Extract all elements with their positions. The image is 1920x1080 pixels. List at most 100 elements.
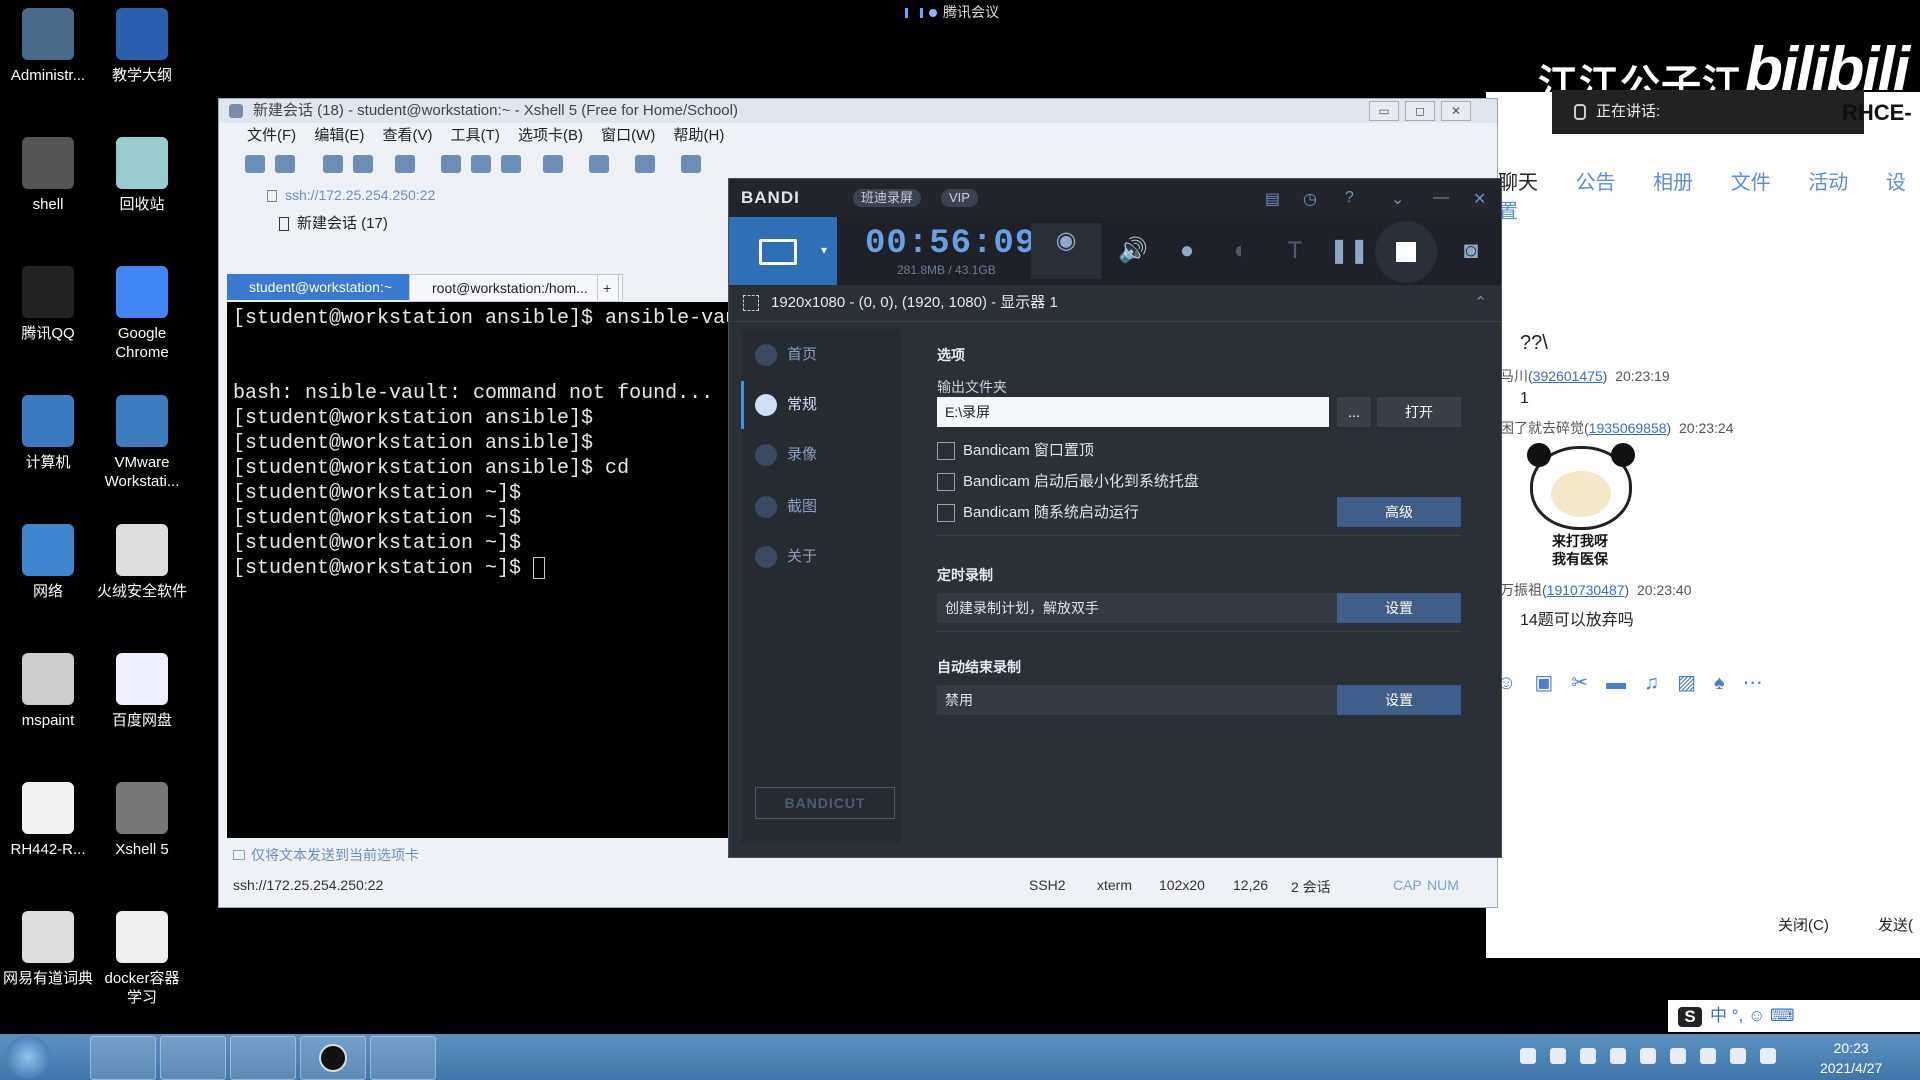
menu-view[interactable]: 查看(V): [383, 127, 433, 144]
chevron-up-icon[interactable]: ⌃: [1474, 285, 1487, 321]
side-about[interactable]: 关于: [755, 543, 817, 571]
tray-network-icon[interactable]: [1640, 1048, 1656, 1064]
minimize-button[interactable]: ▭: [1369, 101, 1399, 121]
browse-button[interactable]: ...: [1337, 397, 1371, 427]
sender-id-link[interactable]: 392601475: [1533, 368, 1603, 384]
menu-file[interactable]: 文件(F): [247, 127, 296, 144]
tray-bandicam-icon[interactable]: [1550, 1048, 1566, 1064]
speaker-icon[interactable]: 🔊: [1115, 233, 1151, 269]
taskbar-bandicam-icon[interactable]: [300, 1036, 366, 1080]
copy-icon[interactable]: [441, 155, 461, 173]
side-home[interactable]: 首页: [755, 341, 817, 369]
tray-sogou-icon[interactable]: [1520, 1048, 1536, 1064]
sender-id-link[interactable]: 1910730487: [1547, 582, 1625, 598]
stop-button[interactable]: [1375, 221, 1437, 283]
close-icon[interactable]: ✕: [1473, 189, 1486, 209]
text-overlay-icon[interactable]: T: [1277, 233, 1313, 269]
scissors-icon[interactable]: ✂: [1571, 672, 1606, 694]
pause-icon[interactable]: ❚❚: [1329, 233, 1369, 269]
gif-icon[interactable]: ▣: [1534, 672, 1571, 694]
taskbar-qq-icon[interactable]: [370, 1036, 436, 1080]
connect-icon[interactable]: [323, 155, 343, 173]
mode-dropdown-icon[interactable]: ▾: [821, 243, 827, 257]
desktop-shortcut[interactable]: 计算机: [2, 395, 94, 472]
font-icon[interactable]: [681, 155, 701, 173]
checkbox-run-on-startup[interactable]: Bandicam 随系统启动运行: [937, 501, 1139, 523]
more-icon[interactable]: ⋯: [1743, 672, 1781, 694]
close-button[interactable]: 关闭(C): [1778, 914, 1829, 935]
collapse-icon[interactable]: ⌄: [1391, 189, 1404, 209]
side-screenshot[interactable]: 截图: [755, 493, 817, 521]
tray-expand-icon[interactable]: [1580, 1048, 1596, 1064]
side-video[interactable]: 录像: [755, 441, 817, 469]
menu-edit[interactable]: 编辑(E): [314, 127, 364, 144]
desktop-shortcut[interactable]: 回收站: [96, 137, 188, 214]
menu-window[interactable]: 窗口(W): [601, 127, 655, 144]
tray-qq-icon[interactable]: [1610, 1048, 1626, 1064]
checkbox-minimize-to-tray[interactable]: Bandicam 启动后最小化到系统托盘: [937, 470, 1199, 492]
cursor-effect-icon[interactable]: ◐: [1223, 233, 1259, 269]
bandicut-button[interactable]: BANDICUT: [755, 787, 895, 819]
tab-files[interactable]: 文件: [1731, 172, 1771, 194]
tab-student-session[interactable]: student@workstation:~: [227, 274, 435, 300]
desktop-shortcut[interactable]: Xshell 5: [96, 782, 188, 859]
add-tab-button[interactable]: +: [597, 274, 619, 302]
product-badge[interactable]: 班迪录屏: [853, 189, 922, 207]
side-general[interactable]: 常规: [755, 391, 817, 419]
volume-icon[interactable]: [1760, 1048, 1776, 1064]
send-button[interactable]: 发送(: [1878, 914, 1913, 935]
vip-badge[interactable]: VIP: [941, 189, 978, 207]
schedule-settings-button[interactable]: 设置: [1337, 593, 1461, 623]
microphone-icon[interactable]: ●: [1169, 233, 1205, 269]
open-folder-icon[interactable]: [275, 155, 295, 173]
meeting-indicator[interactable]: 腾讯会议: [905, 0, 999, 24]
meme-sticker[interactable]: 来打我呀 我有医保: [1527, 443, 1635, 567]
ime-toolbar[interactable]: S 中 °, ☺ ⌨: [1668, 1000, 1920, 1032]
desktop-shortcut[interactable]: shell: [2, 137, 94, 214]
menu-tools[interactable]: 工具(T): [451, 127, 500, 144]
desktop-shortcut[interactable]: Administr...: [2, 8, 94, 85]
desktop-shortcut[interactable]: RH442-R...: [2, 782, 94, 859]
desktop-shortcut[interactable]: Google Chrome: [96, 266, 188, 362]
open-folder-button[interactable]: 打开: [1377, 397, 1461, 427]
desktop-shortcut[interactable]: 火绒安全软件: [96, 524, 188, 601]
tab-chat[interactable]: 聊天: [1498, 172, 1538, 194]
properties-icon[interactable]: [395, 155, 415, 173]
tray-security-icon[interactable]: [1730, 1048, 1746, 1064]
tab-root-session[interactable]: root@workstation:/hom...: [409, 274, 623, 302]
close-window-button[interactable]: ✕: [1441, 101, 1471, 121]
help-icon[interactable]: ?: [1345, 189, 1354, 207]
music-icon[interactable]: ♫: [1644, 672, 1677, 694]
bandicam-titlebar[interactable]: BANDI 班迪录屏 VIP ▤ ◷ ? ⌄ — ✕: [729, 179, 1501, 217]
folder-icon[interactable]: ▤: [1265, 189, 1280, 209]
folder-icon[interactable]: ▬: [1606, 672, 1644, 694]
webcam-icon[interactable]: ◉: [1031, 223, 1101, 279]
taskbar-vmware-icon[interactable]: [90, 1036, 156, 1080]
maximize-button[interactable]: ◻: [1405, 101, 1435, 121]
capture-area-bar[interactable]: 1920x1080 - (0, 0), (1920, 1080) - 显示器 1…: [729, 285, 1501, 322]
desktop-shortcut[interactable]: 网易有道词典: [2, 911, 94, 988]
image-icon[interactable]: ▨: [1677, 672, 1714, 694]
paste-icon[interactable]: [471, 155, 491, 173]
xshell-titlebar[interactable]: 新建会话 (18) - student@workstation:~ - Xshe…: [219, 99, 1497, 123]
minimize-icon[interactable]: —: [1433, 189, 1449, 207]
autostop-settings-button[interactable]: 设置: [1337, 685, 1461, 715]
sender-id-link[interactable]: 1935069858: [1589, 420, 1667, 436]
output-folder-field[interactable]: E:\录屏: [937, 397, 1329, 427]
menu-tabs[interactable]: 选项卡(B): [518, 127, 583, 144]
tab-activity[interactable]: 活动: [1808, 172, 1848, 194]
find-icon[interactable]: [501, 155, 521, 173]
camera-snapshot-icon[interactable]: ◙: [1453, 233, 1489, 269]
session-link[interactable]: 新建会话 (17): [297, 215, 388, 232]
send-to-tab-bar[interactable]: 仅将文本发送到当前选项卡: [233, 845, 419, 865]
checkbox-always-on-top[interactable]: Bandicam 窗口置顶: [937, 439, 1094, 461]
desktop-shortcut[interactable]: 教学大纲: [96, 8, 188, 85]
print-icon[interactable]: [543, 155, 563, 173]
advanced-button[interactable]: 高级: [1337, 497, 1461, 527]
system-clock[interactable]: 20:23 2021/4/27: [1820, 1038, 1882, 1078]
tab-announcement[interactable]: 公告: [1576, 172, 1616, 194]
bell-icon[interactable]: ♠: [1714, 672, 1743, 694]
tray-monitor-icon[interactable]: [1700, 1048, 1716, 1064]
menu-help[interactable]: 帮助(H): [674, 127, 725, 144]
desktop-shortcut[interactable]: 网络: [2, 524, 94, 601]
